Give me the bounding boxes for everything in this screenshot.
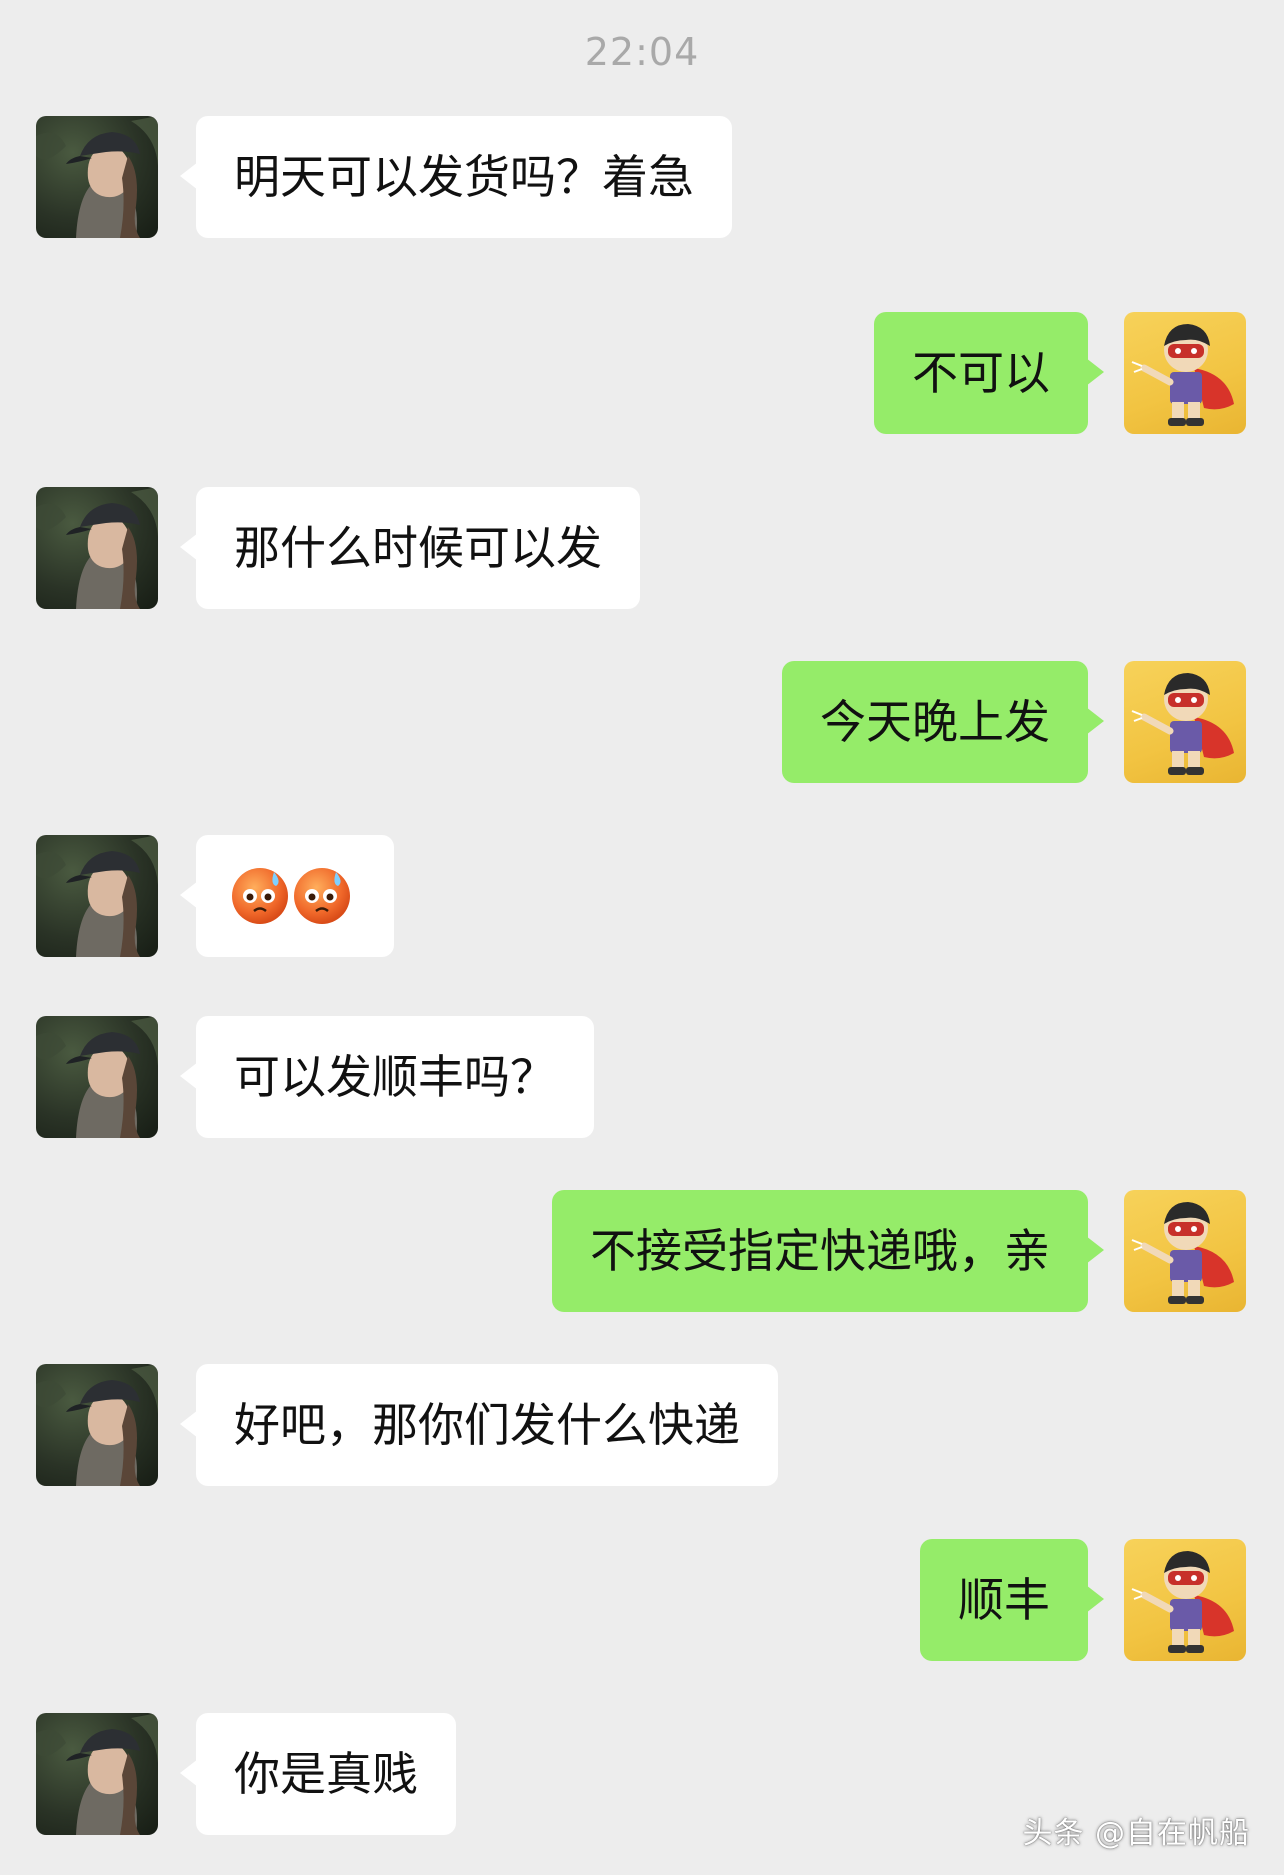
chat-message-row: 明天可以发货吗？着急 xyxy=(0,116,1284,240)
cartoon-superhero-avatar-icon xyxy=(1131,1202,1234,1304)
incoming-emoji-bubble[interactable] xyxy=(180,835,394,957)
sweating-face-icon xyxy=(294,868,350,924)
contact-avatar[interactable] xyxy=(36,1016,158,1138)
my-avatar[interactable] xyxy=(1124,1539,1246,1661)
incoming-message-bubble[interactable]: 好吧，那你们发什么快递 xyxy=(180,1364,778,1486)
outgoing-message-bubble[interactable]: 顺丰 xyxy=(920,1539,1104,1661)
chat-timestamp: 22:04 xyxy=(584,30,700,74)
source-watermark: 头条 @自在帆船 xyxy=(1022,1816,1250,1851)
woman-in-cap-avatar-icon xyxy=(36,116,158,238)
woman-in-cap-avatar-icon xyxy=(36,835,158,957)
my-avatar[interactable] xyxy=(1124,312,1246,434)
woman-in-cap-avatar-icon xyxy=(36,1713,158,1835)
sweating-face-icon xyxy=(232,868,288,924)
contact-avatar[interactable] xyxy=(36,835,158,957)
outgoing-message-bubble[interactable]: 不接受指定快递哦，亲 xyxy=(552,1190,1104,1312)
woman-in-cap-avatar-icon xyxy=(36,1364,158,1486)
incoming-message-bubble[interactable]: 你是真贱 xyxy=(180,1713,456,1835)
contact-avatar[interactable] xyxy=(36,1713,158,1835)
cartoon-superhero-avatar-icon xyxy=(1131,324,1234,426)
cartoon-superhero-avatar-icon xyxy=(1131,673,1234,775)
my-avatar[interactable] xyxy=(1124,1190,1246,1312)
chat-message-row: 不可以 xyxy=(0,312,1284,436)
woman-in-cap-avatar-icon xyxy=(36,487,158,609)
chat-message-row: 顺丰 xyxy=(0,1539,1284,1663)
contact-avatar[interactable] xyxy=(36,487,158,609)
chat-message-row xyxy=(0,835,1284,959)
incoming-message-bubble[interactable]: 可以发顺丰吗？ xyxy=(180,1016,594,1138)
chat-message-row: 今天晚上发 xyxy=(0,661,1284,785)
outgoing-message-bubble[interactable]: 今天晚上发 xyxy=(782,661,1104,783)
cartoon-superhero-avatar-icon xyxy=(1131,1551,1234,1653)
incoming-message-bubble[interactable]: 那什么时候可以发 xyxy=(180,487,640,609)
chat-message-row: 可以发顺丰吗？ xyxy=(0,1016,1284,1140)
chat-message-row: 好吧，那你们发什么快递 xyxy=(0,1364,1284,1488)
chat-message-row: 不接受指定快递哦，亲 xyxy=(0,1190,1284,1314)
contact-avatar[interactable] xyxy=(36,116,158,238)
woman-in-cap-avatar-icon xyxy=(36,1016,158,1138)
outgoing-message-bubble[interactable]: 不可以 xyxy=(874,312,1104,434)
incoming-message-bubble[interactable]: 明天可以发货吗？着急 xyxy=(180,116,732,238)
contact-avatar[interactable] xyxy=(36,1364,158,1486)
chat-message-row: 那什么时候可以发 xyxy=(0,487,1284,611)
my-avatar[interactable] xyxy=(1124,661,1246,783)
